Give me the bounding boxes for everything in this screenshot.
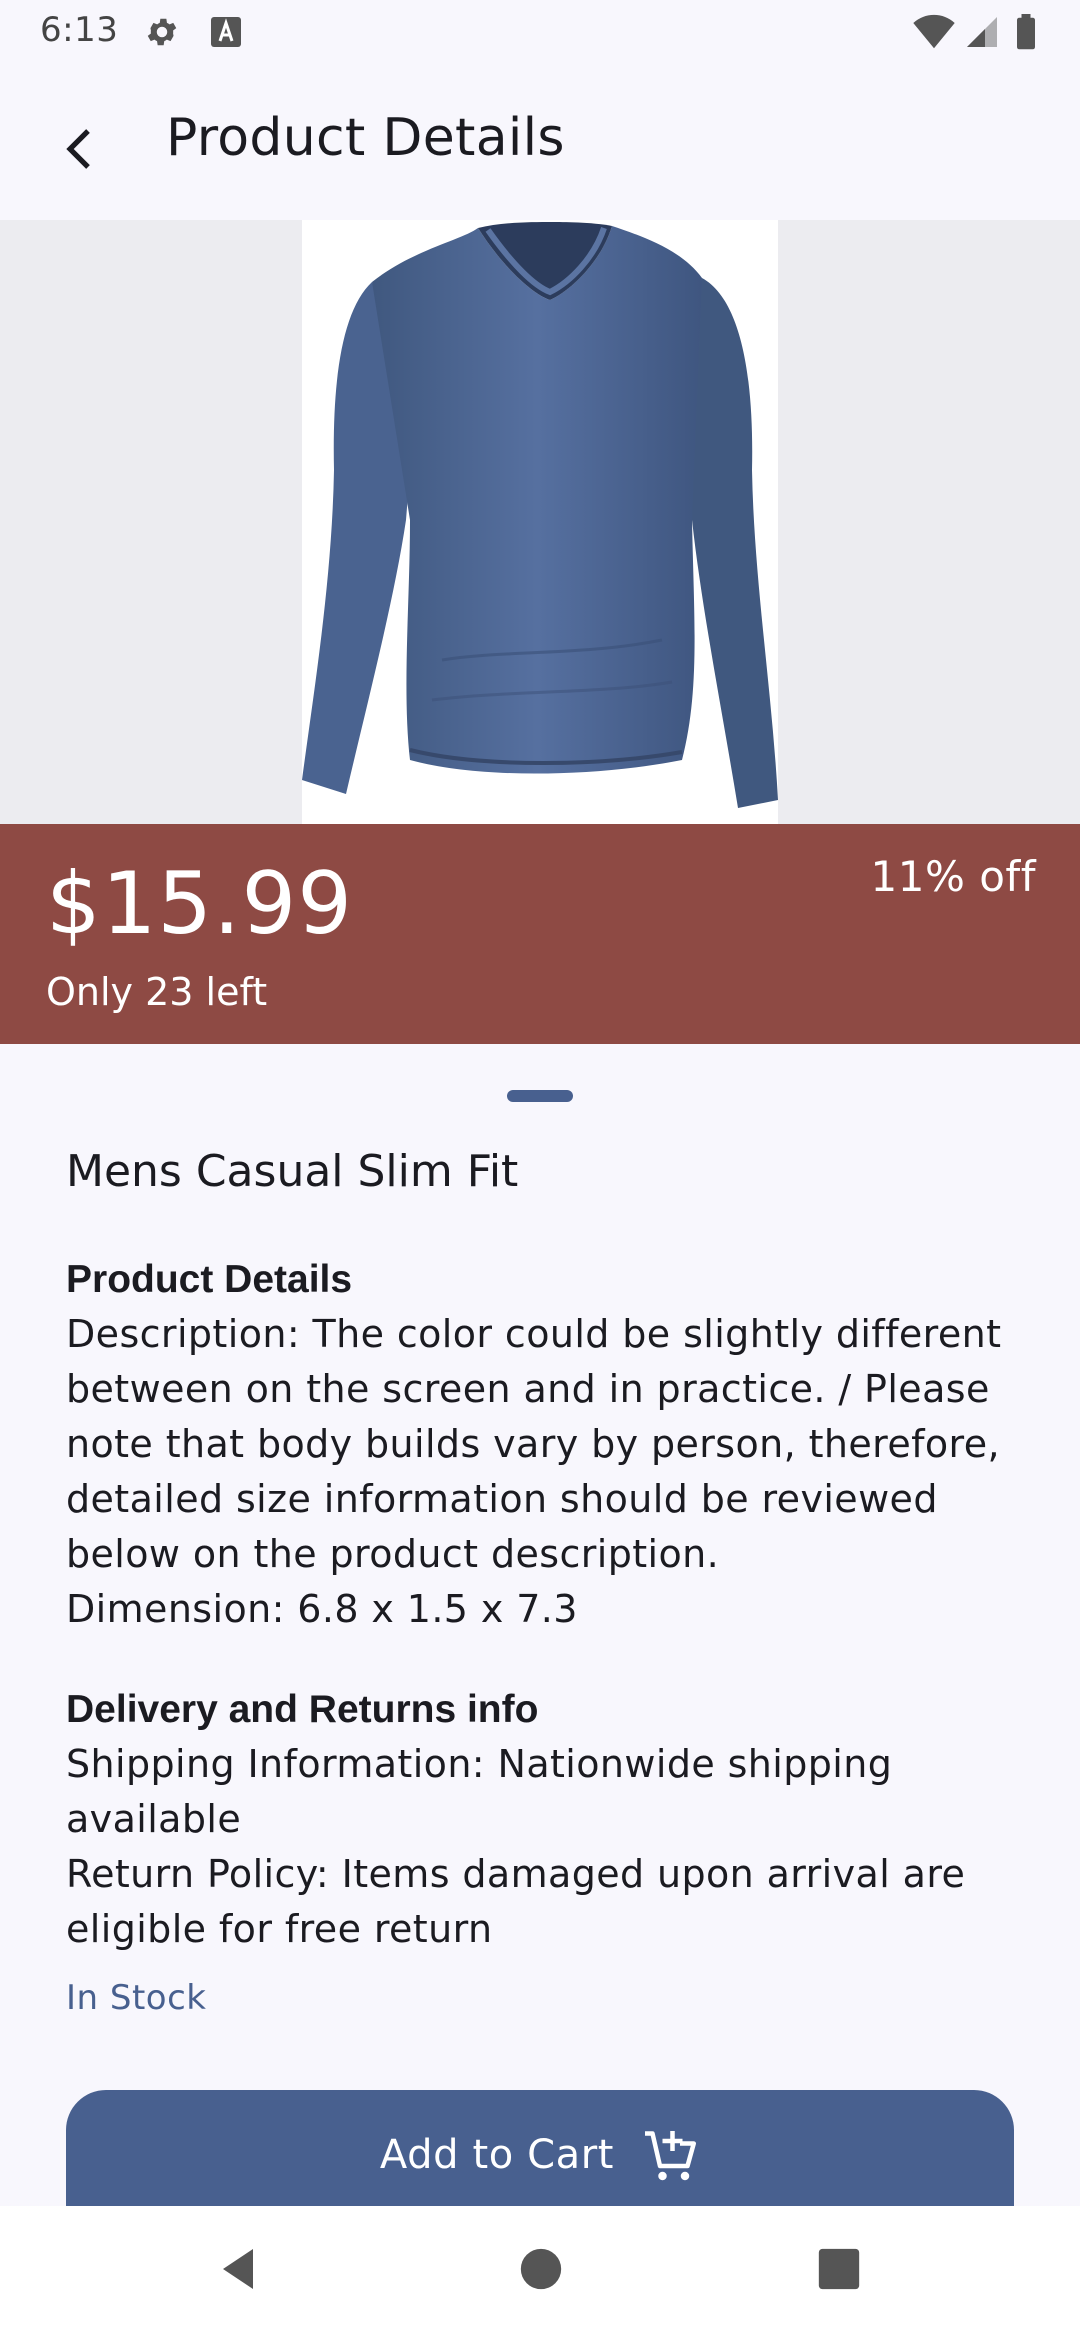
delivery-line: available	[66, 1797, 242, 1841]
nav-recents-button[interactable]	[804, 2236, 874, 2306]
details-line: between on the screen and in practice. /…	[66, 1367, 990, 1411]
product-name: Mens Casual Slim Fit	[66, 1146, 519, 1197]
availability-status: In Stock	[66, 1978, 207, 2018]
delivery-line: eligible for free return	[66, 1907, 493, 1951]
add-cart-icon	[640, 2126, 700, 2190]
delivery-title: Delivery and Returns info	[66, 1688, 539, 1731]
delivery-line: Shipping Information: Nationwide shippin…	[66, 1742, 893, 1786]
product-price: $15.99	[46, 854, 353, 954]
status-time: 6:13	[40, 10, 119, 50]
gear-icon	[144, 14, 180, 50]
details-line: Description: The color could be slightly…	[66, 1312, 1002, 1356]
signal-icon	[964, 14, 1000, 50]
delivery-section: Delivery and Returns info Shipping Infor…	[66, 1682, 1026, 1957]
product-image-area	[0, 220, 1080, 824]
add-to-cart-label: Add to Cart	[379, 2132, 615, 2178]
product-details-section: Product Details Description: The color c…	[66, 1252, 1026, 1637]
keyboard-a-icon	[208, 14, 244, 50]
product-details-title: Product Details	[66, 1258, 353, 1301]
nav-back-button[interactable]	[206, 2236, 276, 2306]
page-title: Product Details	[166, 108, 565, 168]
price-banner: $15.99 Only 23 left 11% off	[0, 824, 1080, 1044]
product-image	[302, 220, 778, 824]
nav-recents-icon	[817, 2247, 861, 2295]
details-line: detailed size information should be revi…	[66, 1477, 938, 1521]
details-line: note that body builds vary by person, th…	[66, 1422, 1000, 1466]
app-bar: Product Details	[0, 66, 1080, 220]
drag-handle[interactable]	[507, 1090, 573, 1102]
discount-badge: 11% off	[870, 852, 1036, 901]
delivery-line: Return Policy: Items damaged upon arriva…	[66, 1852, 966, 1896]
wifi-icon	[912, 14, 956, 50]
status-bar: 6:13	[0, 0, 1080, 66]
system-nav-bar	[0, 2206, 1080, 2340]
arrow-back-icon	[57, 125, 105, 177]
dimension-line: Dimension: 6.8 x 1.5 x 7.3	[66, 1587, 578, 1631]
details-line: below on the product description.	[66, 1532, 720, 1576]
nav-home-button[interactable]	[506, 2236, 576, 2306]
battery-icon	[1012, 14, 1040, 50]
nav-back-icon	[217, 2245, 265, 2297]
back-button[interactable]	[36, 106, 126, 196]
stock-left-label: Only 23 left	[46, 970, 268, 1014]
nav-home-icon	[519, 2247, 563, 2295]
